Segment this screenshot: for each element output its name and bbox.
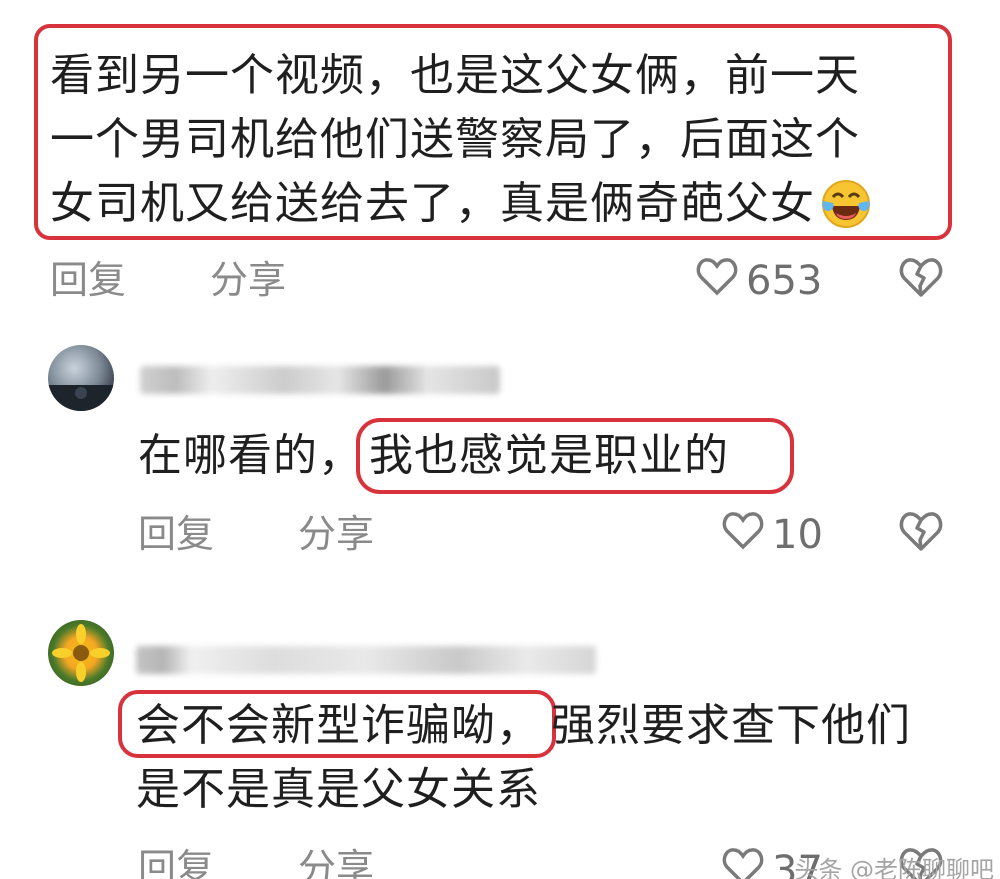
comment-3-line-1: 会不会新型诈骗呦， 强烈要求查下他们 [136,694,966,758]
watermark: 头条 @老陈聊聊吧 [794,856,994,879]
comment-2-like-button[interactable]: 10 [722,510,823,559]
comment-1-dislike-button[interactable] [898,256,944,302]
comment-2-username-blurred [140,366,500,394]
comment-1-line-1: 看到另一个视频，也是这父女俩，前一天 [50,50,860,101]
comment-2-dislike-button[interactable] [898,510,944,556]
comment-3-reply-button[interactable]: 回复 [138,846,214,879]
comment-3-avatar[interactable] [48,620,114,686]
heart-icon [722,510,764,559]
comment-1-line-3: 女司机又给送给去了，真是俩奇葩父女 [50,172,930,236]
comment-1-reply-button[interactable]: 回复 [50,258,126,302]
heart-icon [722,846,764,879]
broken-heart-icon [899,512,943,551]
comment-2-reply-button[interactable]: 回复 [138,512,214,556]
comment-2-avatar[interactable] [48,345,114,411]
comment-2-text: 在哪看的， 我也感觉是职业的 [138,424,729,488]
comment-2-like-count: 10 [772,511,823,558]
comment-3-text: 会不会新型诈骗呦， 强烈要求查下他们 是不是真是父女关系 [136,694,966,822]
comment-3-text-highlight: 会不会新型诈骗呦， [136,700,541,751]
comment-2-share-button[interactable]: 分享 [298,512,374,556]
laughing-crying-emoji-icon [821,179,871,229]
broken-heart-icon [899,258,943,297]
comment-3-share-button[interactable]: 分享 [298,846,374,879]
heart-icon [696,256,738,305]
comment-3-username-blurred [136,646,596,674]
comment-2-text-prefix: 在哪看的， [138,430,363,481]
comment-2-text-highlight: 我也感觉是职业的 [369,430,729,481]
comment-3-line-2: 是不是真是父女关系 [136,764,541,815]
comment-1-text: 看到另一个视频，也是这父女俩，前一天 一个男司机给他们送警察局了，后面这个 女司… [50,44,930,236]
comment-1-line-2: 一个男司机给他们送警察局了，后面这个 [50,114,860,165]
comment-1-like-count: 653 [746,257,823,304]
comment-3-text-rest: 强烈要求查下他们 [551,700,911,751]
comment-1-share-button[interactable]: 分享 [210,258,286,302]
comment-1-like-button[interactable]: 653 [696,256,822,305]
